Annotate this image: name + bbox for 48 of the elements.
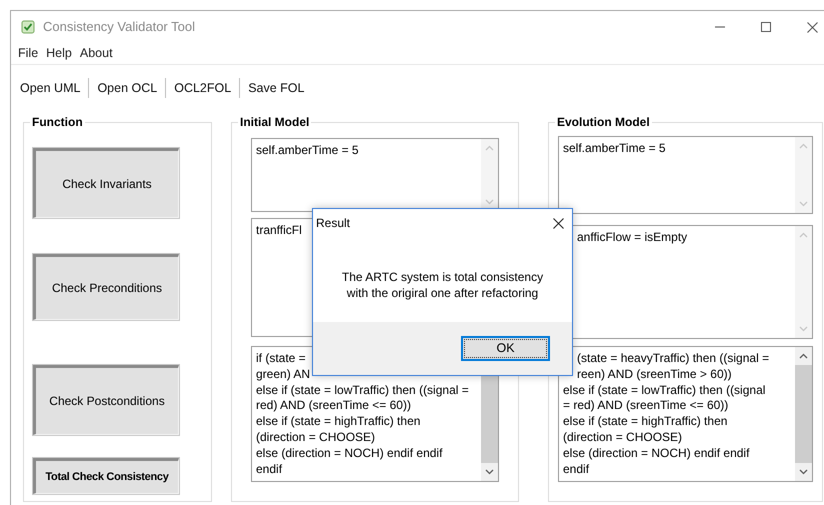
scroll-up-icon[interactable]: [799, 353, 808, 359]
ok-button[interactable]: OK: [461, 336, 550, 361]
toolbar-button[interactable]: Save FOL: [248, 78, 304, 98]
code-line: else if (state = lowTraffic) then ((signal: [563, 382, 766, 397]
scroll-down-icon[interactable]: [485, 469, 494, 475]
code-line: else (direction = NOCH) endif endif: [256, 446, 442, 460]
menu-item[interactable]: File: [18, 44, 38, 63]
text-area[interactable]: [558, 346, 813, 482]
toolbar-button[interactable]: Open OCL: [97, 78, 158, 98]
menu-item[interactable]: Help: [46, 44, 72, 63]
function-button[interactable]: Check Postconditions: [33, 365, 179, 435]
dialog-message: The ARTC system is total consistency: [342, 268, 544, 284]
code-line: green) AN: [256, 366, 310, 381]
code-line: else if (state = highTraffic) then: [256, 414, 420, 428]
code-line: else (direction = NOCH) endif endif: [563, 446, 750, 460]
window-title: Consistency Validator Tool: [43, 18, 195, 36]
toolbar-button[interactable]: OCL2FOL: [174, 78, 232, 98]
code-line: (state = heavyTraffic) then ((signal =: [577, 351, 770, 365]
code-line: self.amberTime = 5: [256, 143, 359, 157]
code-line: reen) AND (sreenTime > 60)): [577, 366, 732, 381]
maximize-icon[interactable]: [761, 22, 771, 32]
scrollbar[interactable]: [795, 347, 812, 481]
close-icon[interactable]: [807, 22, 818, 32]
code-line: = red) AND (sreenTime <= 60)): [563, 398, 728, 412]
scroll-down-icon[interactable]: [799, 469, 808, 475]
toolbar-button[interactable]: Open UML: [20, 78, 80, 98]
close-icon[interactable]: [553, 218, 564, 228]
code-line: (direction = CHOOSE): [256, 430, 376, 444]
code-line: self.amberTime = 5: [563, 141, 666, 155]
code-line: else if (state = highTraffic) then: [563, 414, 728, 428]
menu-item[interactable]: About: [80, 44, 113, 63]
function-button[interactable]: Check Preconditions: [33, 254, 179, 320]
code-line: endif: [563, 462, 590, 476]
function-button[interactable]: Total Check Consistency: [33, 458, 179, 494]
code-line: red) AND (sreenTime <= 60)): [256, 398, 411, 412]
code-line: (direction = CHOOSE): [563, 430, 682, 444]
code-line: endif: [256, 462, 282, 476]
scroll-thumb[interactable]: [795, 365, 812, 463]
code-line: if (state =: [256, 351, 306, 365]
code-line: anfficFlow = isEmpty: [577, 230, 688, 244]
dialog-title: Result: [316, 215, 350, 232]
checkmark-icon: [21, 20, 35, 34]
code-line: tranfficFl: [256, 223, 302, 237]
code-line: else if (state = lowTraffic) then ((signal =: [256, 382, 469, 397]
text-area[interactable]: self.amberTime = 5: [251, 138, 499, 212]
function-button[interactable]: Check Invariants: [33, 148, 179, 218]
text-area[interactable]: self.amberTime = 5: [558, 136, 813, 214]
dialog-message: with the origiral one after refactoring: [346, 284, 538, 300]
